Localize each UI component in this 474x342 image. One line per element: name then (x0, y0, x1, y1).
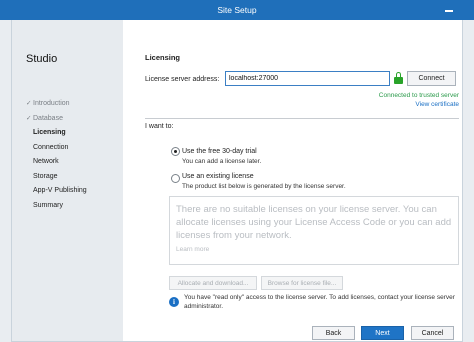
next-button[interactable]: Next (361, 326, 404, 340)
sidebar: Studio ✓ Introduction ✓ Database Licensing… (12, 20, 123, 341)
sidebar-item-database[interactable]: ✓ Database (26, 112, 121, 127)
wizard-steps: ✓ Introduction ✓ Database Licensing Connec… (26, 97, 121, 213)
sidebar-item-label: Network (33, 158, 59, 165)
checkmark-icon: ✓ (26, 114, 32, 122)
sidebar-item-label: Storage (33, 172, 58, 180)
sidebar-item-label: Introduction (33, 100, 70, 107)
learn-more-link: Learn more (176, 246, 210, 253)
server-address-input[interactable] (225, 71, 390, 86)
app-name: Studio (26, 53, 58, 65)
minimize-icon[interactable] (444, 4, 454, 14)
server-address-label: License server address: (145, 76, 220, 83)
trial-radio[interactable] (171, 147, 180, 156)
sidebar-item-licensing[interactable]: Licensing (26, 126, 121, 141)
trial-option-description: You can add a license later. (182, 158, 262, 165)
browse-license-file-button: Browse for license file... (261, 276, 343, 290)
title-bar: Site Setup (0, 0, 474, 20)
divider (145, 118, 459, 119)
info-message: You have "read only" access to the licen… (184, 294, 455, 310)
sidebar-item-label: Connection (33, 143, 69, 151)
allocate-download-button: Allocate and download... (169, 276, 257, 290)
page-title: Licensing (145, 53, 181, 62)
sidebar-item-label: Database (33, 114, 63, 122)
existing-license-option-description: The product list below is generated by t… (182, 183, 346, 190)
info-icon: i (169, 297, 179, 307)
i-want-to-label: I want to: (145, 123, 174, 130)
sidebar-item-label: Summary (33, 201, 63, 209)
window-title: Site Setup (217, 5, 257, 15)
setup-window: Studio ✓ Introduction ✓ Database Licensing… (11, 20, 463, 342)
sidebar-item-network: Network (26, 155, 121, 170)
sidebar-item-label: App-V Publishing (33, 187, 87, 194)
sidebar-item-app-v-publishing: App-V Publishing (26, 184, 121, 199)
license-product-list: There are no suitable licenses on your l… (169, 196, 459, 265)
sidebar-item-label: Licensing (33, 129, 66, 136)
connection-status: Connected to trusted server (378, 92, 459, 99)
view-certificate-link[interactable]: View certificate (415, 101, 459, 108)
lock-icon (394, 72, 403, 85)
sidebar-item-summary: Summary (26, 199, 121, 214)
trial-option-label[interactable]: Use the free 30-day trial (182, 148, 257, 155)
connect-button[interactable]: Connect (407, 71, 456, 86)
sidebar-item-storage: Storage (26, 170, 121, 185)
cancel-button[interactable]: Cancel (411, 326, 454, 340)
sidebar-item-connection: Connection (26, 141, 121, 156)
sidebar-item-introduction[interactable]: ✓ Introduction (26, 97, 121, 112)
existing-license-option-label[interactable]: Use an existing license (182, 173, 254, 180)
main-content: Licensing License server address: Connec… (137, 20, 459, 341)
back-button[interactable]: Back (312, 326, 355, 340)
empty-list-message: There are no suitable licenses on your l… (176, 204, 452, 241)
existing-license-radio[interactable] (171, 174, 180, 183)
checkmark-icon: ✓ (26, 100, 32, 107)
